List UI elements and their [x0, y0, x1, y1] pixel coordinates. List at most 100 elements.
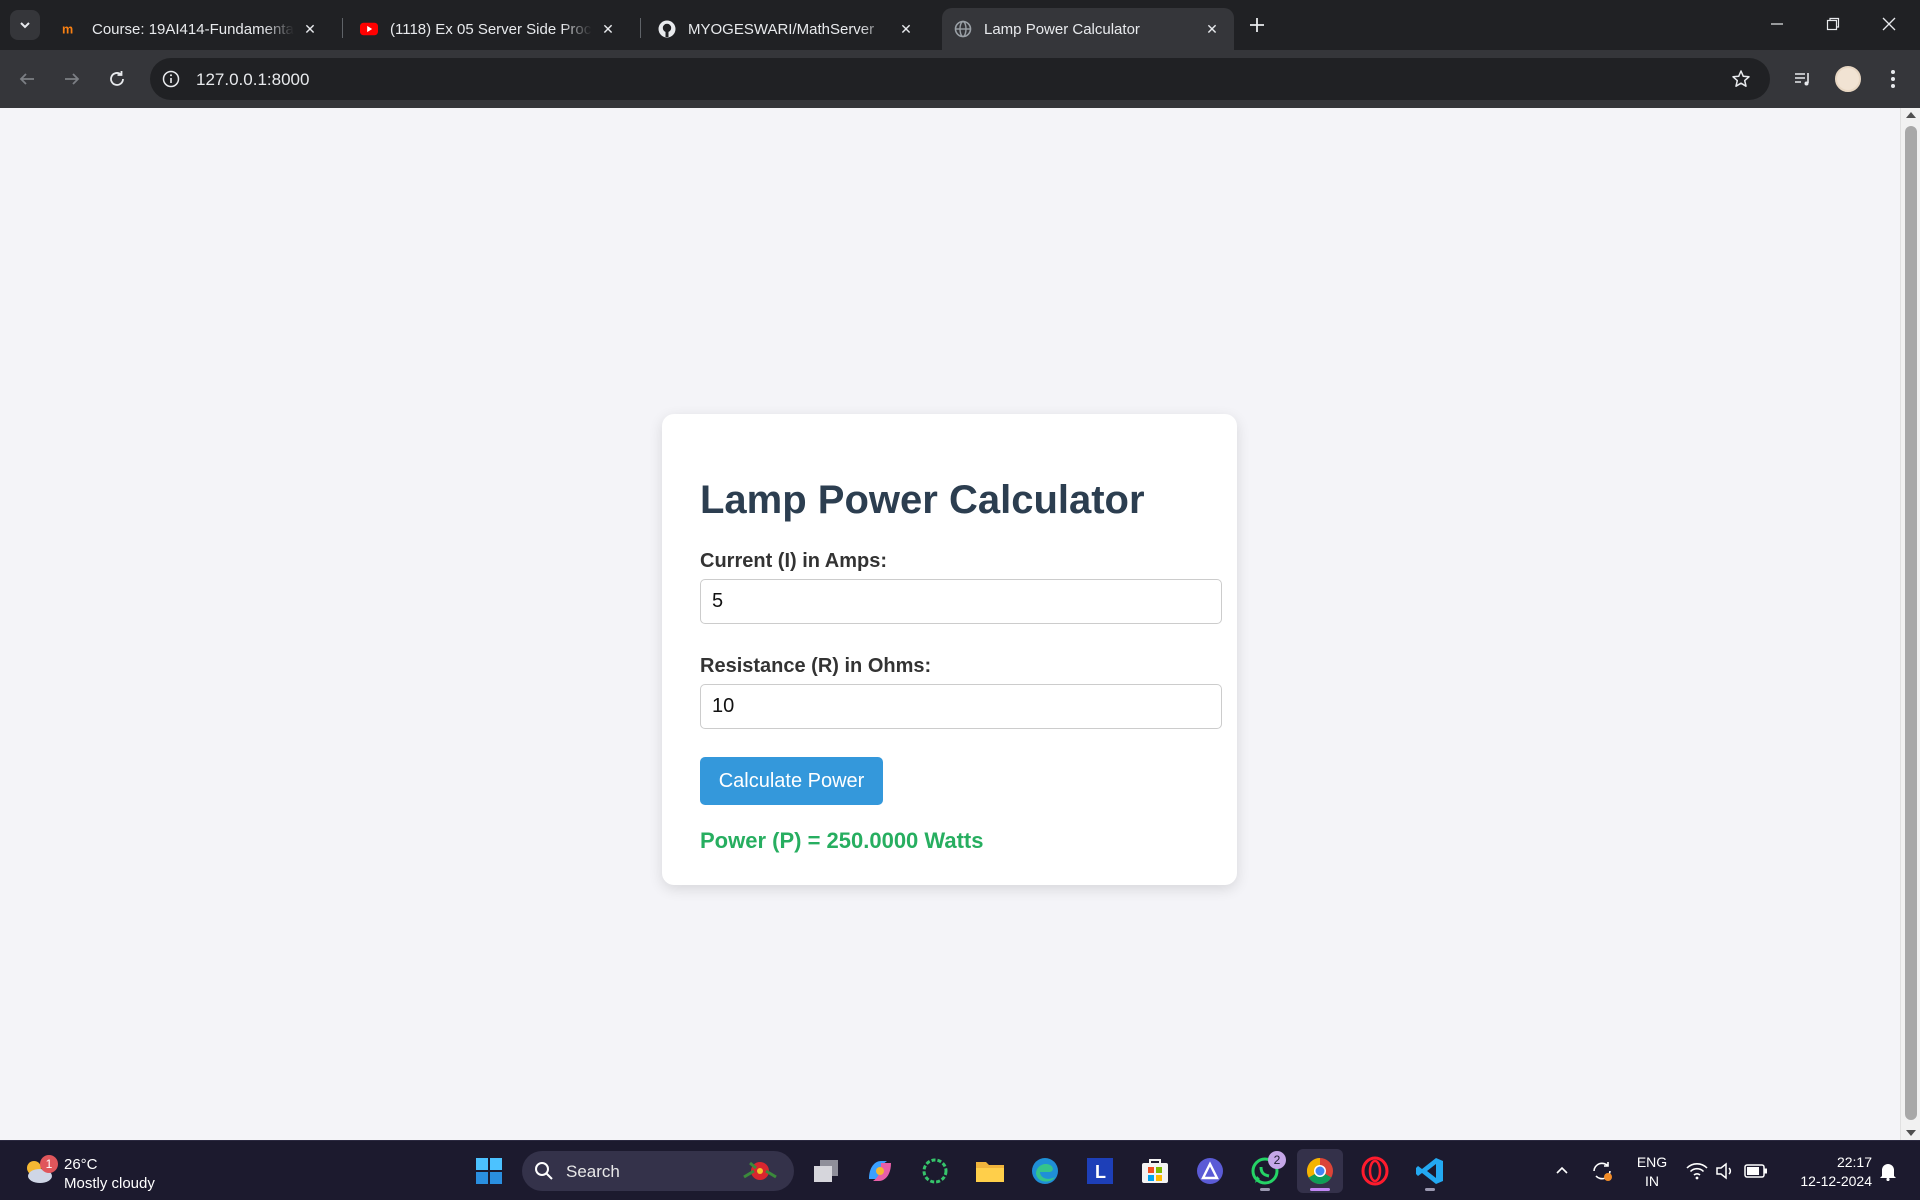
clock-time: 22:17: [1836, 1154, 1872, 1170]
minimize-button[interactable]: [1750, 0, 1804, 48]
minimize-icon: [1771, 23, 1783, 25]
calculator-card: Lamp Power Calculator Current (I) in Amp…: [662, 414, 1237, 885]
weather-temperature: 26°C: [64, 1156, 98, 1173]
running-indicator: [1310, 1188, 1330, 1191]
language-indicator[interactable]: ENG IN: [1630, 1153, 1674, 1191]
github-icon: [658, 20, 676, 38]
microsoft-store-button[interactable]: [1132, 1149, 1178, 1193]
forward-button[interactable]: [55, 62, 89, 96]
chevron-up-icon: [1556, 1166, 1568, 1174]
circle-app-icon: [922, 1158, 948, 1184]
kebab-menu-icon: [1891, 70, 1895, 88]
whatsapp-button[interactable]: 2: [1242, 1149, 1288, 1193]
sync-icon: [1593, 1162, 1612, 1181]
search-highlight-icon: [743, 1161, 777, 1180]
reload-button[interactable]: [100, 62, 134, 96]
edge-icon: [1032, 1158, 1058, 1184]
tab-search-button[interactable]: [10, 10, 40, 40]
back-button[interactable]: [10, 62, 44, 96]
windows-logo-icon: [476, 1158, 502, 1184]
taskbar-search[interactable]: Search: [522, 1151, 794, 1191]
start-button[interactable]: [466, 1149, 512, 1193]
copilot-icon: [869, 1161, 891, 1181]
close-icon[interactable]: ✕: [598, 19, 618, 39]
close-window-button[interactable]: [1862, 0, 1916, 48]
media-controls-button[interactable]: [1788, 64, 1818, 94]
restore-button[interactable]: [1806, 0, 1860, 48]
folder-icon: [976, 1162, 1004, 1182]
volume-button[interactable]: [1712, 1149, 1738, 1193]
current-label: Current (I) in Amps:: [700, 550, 888, 572]
arrow-right-icon: [65, 73, 80, 85]
weather-widget[interactable]: 1 26°C Mostly cloudy: [20, 1149, 170, 1193]
triangle-app-icon: [1197, 1158, 1223, 1184]
scroll-up-icon[interactable]: [1906, 112, 1916, 118]
address-bar[interactable]: 127.0.0.1:8000: [150, 58, 1770, 100]
copilot-button[interactable]: [857, 1149, 903, 1193]
tab-title: MYOGESWARI/MathServer: [688, 20, 875, 38]
opera-button[interactable]: [1352, 1149, 1398, 1193]
profile-button[interactable]: [1833, 64, 1863, 94]
vertical-scrollbar[interactable]: [1900, 108, 1920, 1140]
restore-icon: [1826, 17, 1840, 31]
svg-text:m: m: [62, 23, 73, 37]
arrow-left-icon: [19, 73, 34, 85]
battery-button[interactable]: [1742, 1149, 1770, 1193]
tab-title: Course: 19AI414-Fundamentals: [92, 20, 294, 38]
battery-icon: [1744, 1164, 1767, 1178]
weather-condition: Mostly cloudy: [64, 1175, 155, 1192]
current-input[interactable]: [700, 579, 1222, 624]
tab-course[interactable]: m Course: 19AI414-Fundamentals ✕: [50, 8, 332, 50]
close-icon[interactable]: ✕: [300, 19, 320, 39]
close-icon: [1882, 17, 1896, 31]
running-indicator: [1260, 1188, 1270, 1191]
reload-icon: [110, 71, 124, 86]
search-label: Search: [566, 1162, 620, 1181]
page-title: Lamp Power Calculator: [700, 478, 1145, 522]
resistance-input[interactable]: [700, 684, 1222, 729]
tab-github[interactable]: MYOGESWARI/MathServer ✕: [646, 8, 928, 50]
new-tab-button[interactable]: [1244, 12, 1270, 38]
chrome-icon: [1306, 1157, 1333, 1185]
store-icon: [1142, 1159, 1168, 1183]
chrome-button[interactable]: [1297, 1149, 1343, 1193]
l-app-icon: L: [1087, 1158, 1113, 1184]
close-icon[interactable]: ✕: [896, 19, 916, 39]
tab-divider: [342, 18, 343, 38]
scrollbar-thumb[interactable]: [1905, 126, 1917, 1120]
calculate-power-button[interactable]: Calculate Power: [700, 757, 883, 805]
weather-badge: 1: [40, 1155, 58, 1173]
power-result: Power (P) = 250.0000 Watts: [700, 828, 984, 853]
close-icon[interactable]: ✕: [1202, 19, 1222, 39]
star-icon[interactable]: [1730, 68, 1752, 90]
info-icon[interactable]: [160, 68, 182, 90]
network-button[interactable]: [1684, 1149, 1710, 1193]
tab-lamp-power[interactable]: Lamp Power Calculator ✕: [942, 8, 1234, 50]
circular-app-button[interactable]: [912, 1149, 958, 1193]
edge-button[interactable]: [1022, 1149, 1068, 1193]
vscode-button[interactable]: [1407, 1149, 1453, 1193]
sync-status-button[interactable]: [1586, 1149, 1618, 1193]
browser-toolbar: 127.0.0.1:8000: [0, 50, 1920, 108]
menu-button[interactable]: [1878, 64, 1908, 94]
plus-icon: [1250, 18, 1264, 32]
tab-divider: [640, 18, 641, 38]
file-explorer-button[interactable]: [967, 1149, 1013, 1193]
notifications-button[interactable]: [1874, 1149, 1902, 1193]
chevron-down-icon: [20, 22, 30, 29]
proton-vpn-button[interactable]: [1187, 1149, 1233, 1193]
l-app-button[interactable]: L: [1077, 1149, 1123, 1193]
language-region: IN: [1645, 1173, 1659, 1189]
vscode-icon: [1416, 1158, 1443, 1184]
show-hidden-icons-button[interactable]: [1548, 1149, 1576, 1193]
system-clock[interactable]: 22:17 12-12-2024: [1780, 1153, 1872, 1191]
language-code: ENG: [1636, 1154, 1668, 1170]
opera-icon: [1361, 1156, 1389, 1186]
search-icon: [535, 1162, 553, 1180]
moodle-icon: m: [62, 20, 80, 38]
task-view-button[interactable]: [803, 1149, 849, 1193]
tab-youtube[interactable]: (1118) Ex 05 Server Side Processing ✕: [348, 8, 630, 50]
url-text[interactable]: 127.0.0.1:8000: [196, 70, 309, 90]
page-viewport: Lamp Power Calculator Current (I) in Amp…: [0, 108, 1920, 1140]
scroll-down-icon[interactable]: [1906, 1130, 1916, 1136]
